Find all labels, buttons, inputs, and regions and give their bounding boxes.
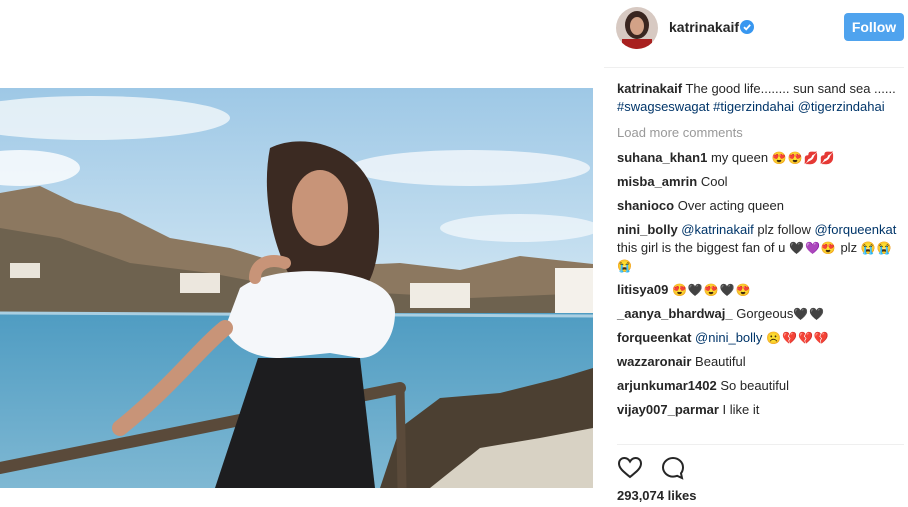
- comment-emoji: 😍😍💋💋: [771, 151, 836, 165]
- post-photo[interactable]: [0, 88, 593, 488]
- comment-emoji: 😍🖤😍🖤😍: [671, 283, 752, 297]
- mention-link[interactable]: @forqueenkat: [814, 222, 896, 237]
- caption-text: The good life........ sun sand sea .....…: [685, 81, 896, 96]
- comment-item: nini_bolly @katrinakaif plz follow @forq…: [617, 221, 899, 275]
- comment-emoji: 🖤💜😍: [789, 241, 837, 255]
- comment-text: my queen: [710, 150, 769, 165]
- comment-text: Gorgeous: [736, 306, 794, 321]
- comment-item: _aanya_bhardwaj_ Gorgeous🖤🖤: [617, 305, 899, 323]
- comment-text: I like it: [722, 402, 760, 417]
- comment-item: shanioco Over acting queen: [617, 197, 899, 215]
- comment-username[interactable]: misba_amrin: [617, 174, 697, 189]
- comment-item: suhana_khan1 my queen 😍😍💋💋: [617, 149, 899, 167]
- verified-badge-icon: [740, 20, 754, 34]
- avatar[interactable]: [616, 7, 658, 49]
- comment-bubble-icon[interactable]: [660, 455, 686, 481]
- comment-username[interactable]: suhana_khan1: [617, 150, 707, 165]
- mention-link[interactable]: @nini_bolly: [695, 330, 762, 345]
- comment-item: wazzaronair Beautiful: [617, 353, 899, 371]
- post-sidebar: katrinakaif Follow katrinakaif The good …: [604, 0, 908, 507]
- avatar-image: [616, 7, 658, 49]
- comment-text: this girl is the biggest fan of u: [617, 240, 786, 255]
- comment-text: So beautiful: [720, 378, 790, 393]
- post-caption: katrinakaif The good life........ sun sa…: [617, 80, 899, 116]
- post-image: [0, 88, 593, 488]
- comment-text: Beautiful: [695, 354, 746, 369]
- heart-icon[interactable]: [617, 455, 643, 481]
- comment-text: plz follow: [757, 222, 811, 237]
- comment-username[interactable]: shanioco: [617, 198, 674, 213]
- actions-divider: [617, 444, 904, 445]
- comment-emoji: 🖤🖤: [793, 307, 826, 321]
- comment-username[interactable]: litisya09: [617, 282, 668, 297]
- header-divider: [604, 67, 904, 68]
- hashtag-link[interactable]: #tigerzindahai: [713, 99, 794, 114]
- comment-username[interactable]: arjunkumar1402: [617, 378, 717, 393]
- follow-button[interactable]: Follow: [844, 13, 904, 41]
- likes-count[interactable]: 293,074 likes: [617, 488, 697, 503]
- post-author-username[interactable]: katrinakaif: [669, 19, 739, 35]
- load-more-comments-button[interactable]: Load more comments: [617, 124, 899, 142]
- comments-list: katrinakaif The good life........ sun sa…: [617, 80, 899, 425]
- post-actions: [617, 455, 699, 481]
- comment-username[interactable]: _aanya_bhardwaj_: [617, 306, 733, 321]
- comment-item: misba_amrin Cool: [617, 173, 899, 191]
- comment-username[interactable]: vijay007_parmar: [617, 402, 719, 417]
- caption-username[interactable]: katrinakaif: [617, 81, 682, 96]
- hashtag-link[interactable]: #swagseswagat: [617, 99, 710, 114]
- comment-emoji: ☹️💔💔💔: [766, 331, 830, 345]
- post-header: katrinakaif Follow: [604, 0, 908, 56]
- comment-username[interactable]: forqueenkat: [617, 330, 691, 345]
- mention-link[interactable]: @tigerzindahai: [798, 99, 885, 114]
- comment-item: litisya09 😍🖤😍🖤😍: [617, 281, 899, 299]
- comment-text: plz: [840, 240, 858, 255]
- comment-text: Cool: [700, 174, 728, 189]
- comment-item: vijay007_parmar I like it: [617, 401, 899, 419]
- comment-item: forqueenkat @nini_bolly ☹️💔💔💔: [617, 329, 899, 347]
- comment-username[interactable]: wazzaronair: [617, 354, 691, 369]
- comment-item: arjunkumar1402 So beautiful: [617, 377, 899, 395]
- comment-username[interactable]: nini_bolly: [617, 222, 678, 237]
- mention-link[interactable]: @katrinakaif: [681, 222, 753, 237]
- comment-text: Over acting queen: [677, 198, 784, 213]
